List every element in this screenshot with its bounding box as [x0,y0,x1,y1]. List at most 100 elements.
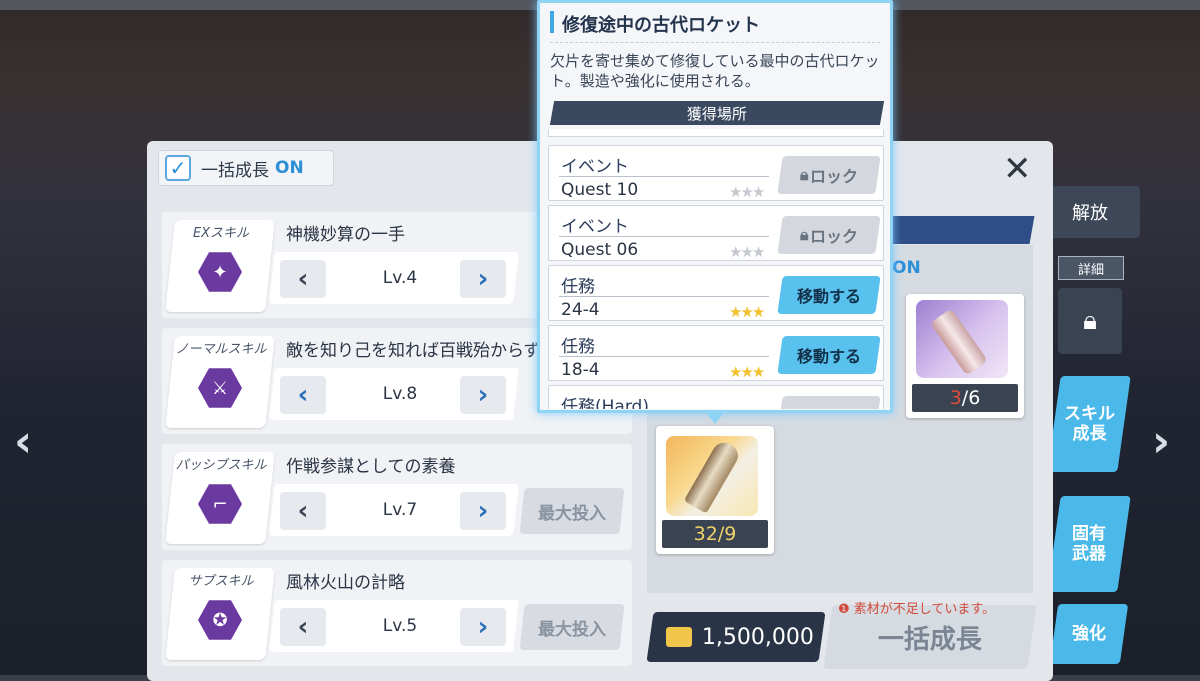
go-to-label: 移動する [796,287,861,306]
source-quest: 18-4 [561,360,600,380]
skill-type-label: サブスキル [188,574,254,589]
release-label: 解放 [1072,203,1108,224]
skill-type-label: ノーマルスキル [175,342,267,357]
enhance-label: 強化 [1072,623,1107,644]
insufficient-material-warning: ❶ 素材が不足しています。 [838,602,996,617]
popup-pointer [704,410,726,424]
rocket-icon [683,438,743,514]
source-category: 任務(Hard) [561,397,649,409]
skill-type-label: パッシブスキル [175,458,267,473]
skill-grow-button[interactable]: スキル 成長 [1047,376,1131,472]
material-image [916,300,1008,378]
detail-label: 詳細 [1077,262,1104,278]
list-item: 任務 24-4 ★★★ 移動する [548,265,884,321]
skill-row-passive: パッシブスキル ⌐ 作戦参謀としての素養 ‹ Lv.7 › 最大投入 [162,444,632,550]
list-top-edge [548,129,884,137]
detail-button[interactable]: 詳細 [1058,256,1124,280]
list-item: 任務(Hard) 🔒︎ [548,385,884,409]
material-count: 3/6 [912,384,1018,412]
next-character-arrow-icon[interactable]: › [1152,420,1170,464]
source-category: イベント [561,217,629,237]
material-card-purple[interactable]: 3/6 [906,294,1024,418]
skill-name: 作戦参謀としての素養 [286,457,456,477]
level-increase-button[interactable]: › [460,608,506,646]
skill-level: Lv.4 [382,268,418,288]
level-decrease-button[interactable]: ‹ [280,492,326,530]
list-item: イベント Quest 06 ★★★ 🔒︎ ロック [548,205,884,261]
bulk-growth-toggle[interactable]: ✓ 一括成長 ON [158,150,334,186]
source-category: 任務 [561,277,595,297]
material-have-count: 3 [949,387,962,409]
max-invest-label: 最大投入 [538,503,606,524]
level-increase-button[interactable]: › [460,492,506,530]
skill-level: Lv.8 [382,384,418,404]
locked-button[interactable]: 🔒︎ ロック [777,216,881,254]
material-need-count: /6 [961,387,981,409]
skill-grow-label: スキル 成長 [1063,403,1115,444]
ancient-rocket-image [666,436,758,516]
star-rating: ★★★ [729,303,765,321]
credit-icon [666,627,692,647]
prev-character-arrow-icon[interactable]: ‹ [14,420,32,464]
acquisition-header: 獲得場所 [549,101,885,125]
lock-icon: 🔒︎ [1058,288,1122,354]
unique-weapon-label: 固有 武器 [1072,523,1106,564]
max-invest-button[interactable]: 最大投入 [519,488,625,534]
max-invest-label: 最大投入 [538,619,606,640]
row-divider [559,356,769,357]
source-quest: Quest 06 [561,240,639,260]
material-count: 32/9 [662,520,768,548]
acquisition-list[interactable]: イベント Quest 10 ★★★ 🔒︎ ロック イベント Quest 06 ★★… [548,129,884,409]
max-invest-button[interactable]: 最大投入 [519,604,625,650]
source-category: イベント [561,157,629,177]
padlock-icon: 🔒︎ [799,165,809,184]
star-rating: ★★★ [729,183,765,201]
skill-level: Lv.5 [382,616,418,636]
material-card-rocket[interactable]: 32/9 [656,426,774,554]
padlock-icon: 🔒︎ [825,405,834,409]
divider [550,42,880,43]
row-divider [559,296,769,297]
go-to-label: 移動する [796,347,861,366]
unique-weapon-button[interactable]: 固有 武器 [1047,496,1131,592]
row-divider [559,236,769,237]
acquisition-header-label: 獲得場所 [686,104,747,123]
checkbox-icon[interactable]: ✓ [165,155,191,181]
star-rating: ★★★ [729,363,765,381]
locked-label: ロック [810,167,859,186]
list-item: イベント Quest 10 ★★★ 🔒︎ ロック [548,145,884,201]
skill-level: Lv.7 [382,500,418,520]
skill-name: 敵を知り己を知れば百戦殆からず [286,341,541,361]
locked-button[interactable]: 🔒︎ [777,396,881,409]
title-accent [550,11,554,33]
enhance-button[interactable]: 強化 [1049,604,1129,664]
source-quest: 24-4 [561,300,600,320]
row-divider [559,176,769,177]
credit-cost: 1,500,000 [646,612,826,662]
level-decrease-button[interactable]: ‹ [280,376,326,414]
bulk-toggle-state: ON [275,158,304,178]
level-increase-button[interactable]: › [460,260,506,298]
go-to-button[interactable]: 移動する [777,276,881,314]
level-increase-button[interactable]: › [460,376,506,414]
source-category: 任務 [561,337,595,357]
list-item: 任務 18-4 ★★★ 移動する [548,325,884,381]
source-quest: Quest 10 [561,180,639,200]
locked-label: ロック [810,227,859,246]
material-item-art [929,308,989,376]
go-to-button[interactable]: 移動する [777,336,881,374]
item-info-popup: 修復途中の古代ロケット 欠片を寄せ集めて修復している最中の古代ロケット。製造や強… [537,0,893,413]
skill-row-sub: サブスキル ✪ 風林火山の計略 ‹ Lv.5 › 最大投入 [162,560,632,666]
skill-name: 神機妙算の一手 [286,225,405,245]
bulk-growth-label: 一括成長 [877,624,982,655]
level-decrease-button[interactable]: ‹ [280,260,326,298]
padlock-icon: 🔒︎ [799,225,809,244]
close-icon[interactable]: ✕ [1003,152,1032,186]
locked-button[interactable]: 🔒︎ ロック [777,156,881,194]
level-decrease-button[interactable]: ‹ [280,608,326,646]
skill-name: 風林火山の計略 [286,573,405,593]
release-tab[interactable]: 解放 [1040,186,1140,238]
item-title: 修復途中の古代ロケット [562,15,760,36]
credit-amount: 1,500,000 [702,624,814,650]
materials-on-label: ON [892,258,921,278]
